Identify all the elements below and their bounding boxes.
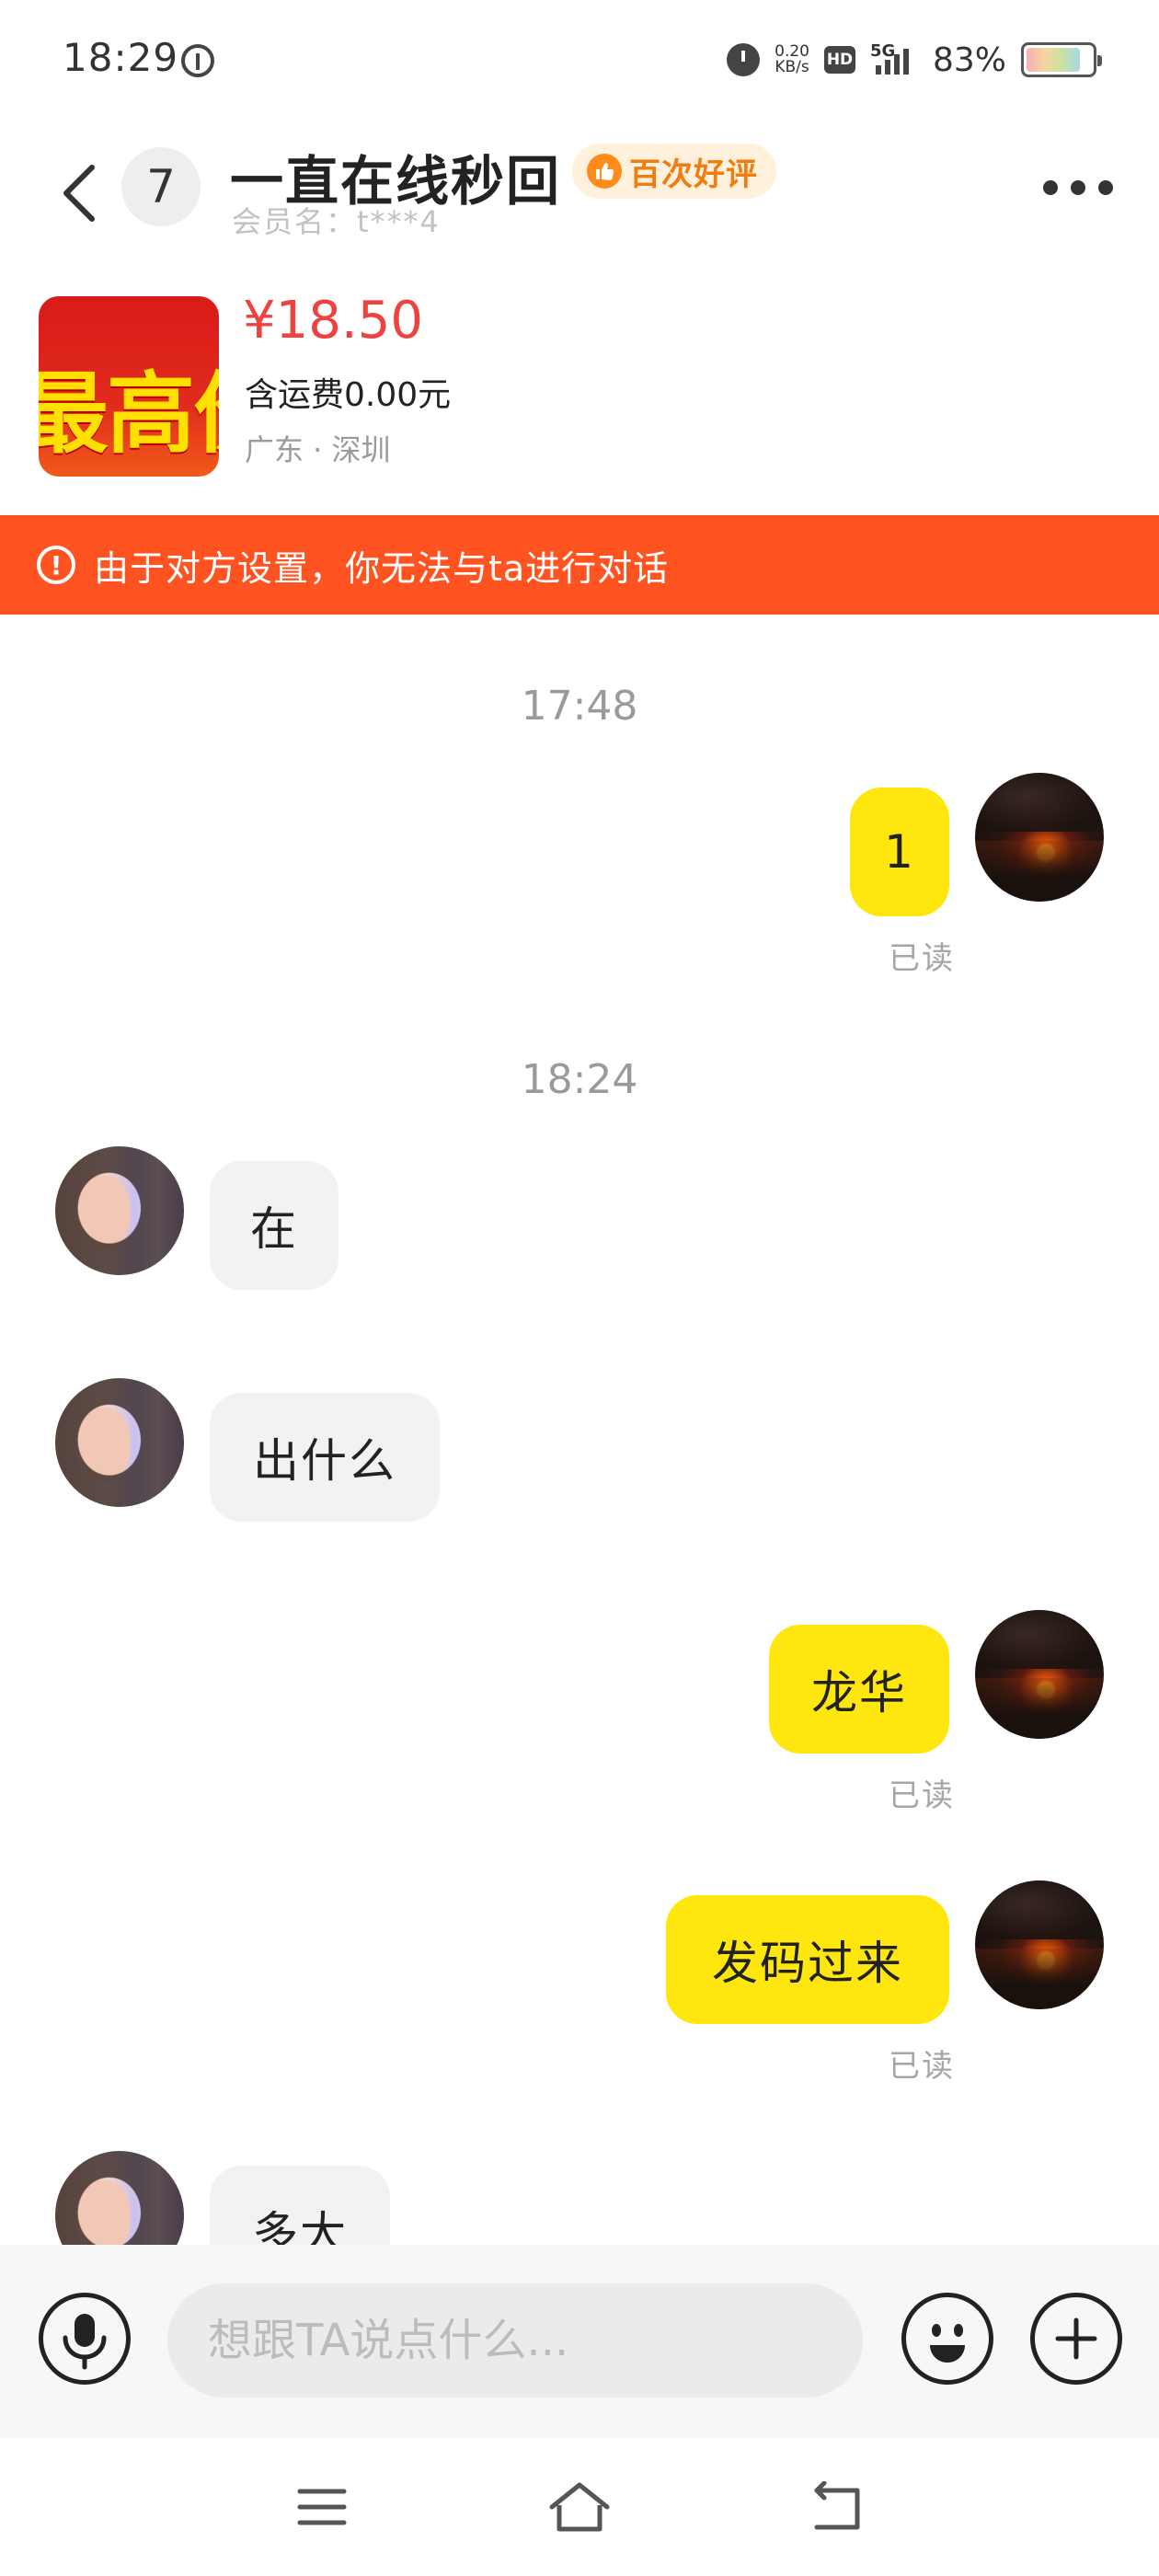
alarm-icon: [727, 43, 761, 76]
read-status: 已读: [889, 1777, 955, 1814]
product-image[interactable]: 最高价: [39, 296, 219, 477]
member-name: 会员名：t***4: [232, 204, 441, 239]
chat-screen: 18:29 0.20 KB/s HD 5G 83% 7 一直在线秒回 百次好评 …: [0, 0, 1159, 2576]
battery-percent: 83%: [932, 40, 1006, 79]
menu-icon[interactable]: [285, 2475, 359, 2539]
signal-bar: [893, 54, 900, 75]
signal-bar: [902, 49, 909, 75]
contact-avatar[interactable]: [55, 1378, 184, 1507]
contact-avatar[interactable]: [55, 2151, 184, 2245]
system-nav-bar: [0, 2438, 1159, 2576]
product-card[interactable]: 最高价 ¥18.50 含运费0.00元 广东 · 深圳: [0, 276, 1159, 515]
rating-badge[interactable]: 百次好评: [572, 144, 776, 199]
product-location: 广东 · 深圳: [245, 432, 391, 467]
status-right-group: 0.20 KB/s HD 5G 83%: [727, 37, 1102, 83]
my-avatar[interactable]: [975, 1610, 1104, 1739]
message-bubble-mine[interactable]: 1: [850, 788, 949, 916]
read-status: 已读: [889, 940, 955, 977]
signal-icon: 5G: [870, 41, 918, 78]
product-price: ¥18.50: [243, 291, 423, 351]
hd-icon: HD: [823, 46, 855, 74]
network-type: 5G: [869, 41, 896, 61]
input-bar: [0, 2245, 1159, 2438]
my-avatar[interactable]: [975, 773, 1104, 902]
chat-timestamp: 17:48: [521, 683, 638, 730]
more-dots-icon[interactable]: [1043, 177, 1113, 199]
signal-bar: [875, 65, 881, 75]
notice-text: 由于对方设置，你无法与ta进行对话: [94, 547, 670, 589]
notice-bar: ! 由于对方设置，你无法与ta进行对话: [0, 515, 1159, 615]
message-bubble-theirs[interactable]: 出什么: [210, 1393, 440, 1522]
battery-fill: [1027, 48, 1081, 72]
alert-circle-icon: !: [37, 546, 75, 584]
signal-bar: [884, 60, 890, 75]
product-image-text: 最高价: [39, 362, 219, 466]
read-status: 已读: [889, 2048, 955, 2085]
chat-timestamp: 18:24: [521, 1056, 638, 1103]
message-bubble-mine[interactable]: 龙华: [769, 1625, 949, 1754]
product-shipping: 含运费0.00元: [245, 376, 452, 414]
status-time: 18:29: [63, 35, 179, 80]
unread-count-badge[interactable]: 7: [121, 147, 201, 226]
network-speed-unit: KB/s: [775, 58, 809, 76]
message-input[interactable]: [167, 2283, 863, 2398]
status-bar: 18:29 0.20 KB/s HD 5G 83%: [0, 0, 1159, 120]
contact-avatar[interactable]: [55, 1146, 184, 1275]
message-bubble-theirs[interactable]: 多大: [210, 2166, 390, 2245]
message-bubble-theirs[interactable]: 在: [210, 1161, 339, 1290]
chevron-left-icon[interactable]: [53, 156, 109, 230]
return-icon[interactable]: [800, 2475, 874, 2539]
chat-header: 7 一直在线秒回 百次好评 会员名：t***4: [0, 120, 1159, 267]
network-speed: 0.20 KB/s: [775, 44, 809, 75]
thumbs-up-icon: [587, 154, 622, 189]
home-icon[interactable]: [543, 2475, 616, 2539]
my-avatar[interactable]: [975, 1880, 1104, 2009]
status-app-icon: [181, 44, 214, 77]
plus-circle-icon[interactable]: [1030, 2293, 1122, 2385]
message-bubble-mine[interactable]: 发码过来: [666, 1895, 949, 2024]
rating-badge-label: 百次好评: [629, 155, 758, 193]
chat-area[interactable]: 17:48 1 已读 18:24 在 出什么 龙华 已读 发码过来 已读 多大: [0, 615, 1159, 2245]
smile-icon[interactable]: [901, 2293, 993, 2385]
microphone-icon[interactable]: [39, 2293, 131, 2385]
battery-icon: [1021, 42, 1102, 77]
